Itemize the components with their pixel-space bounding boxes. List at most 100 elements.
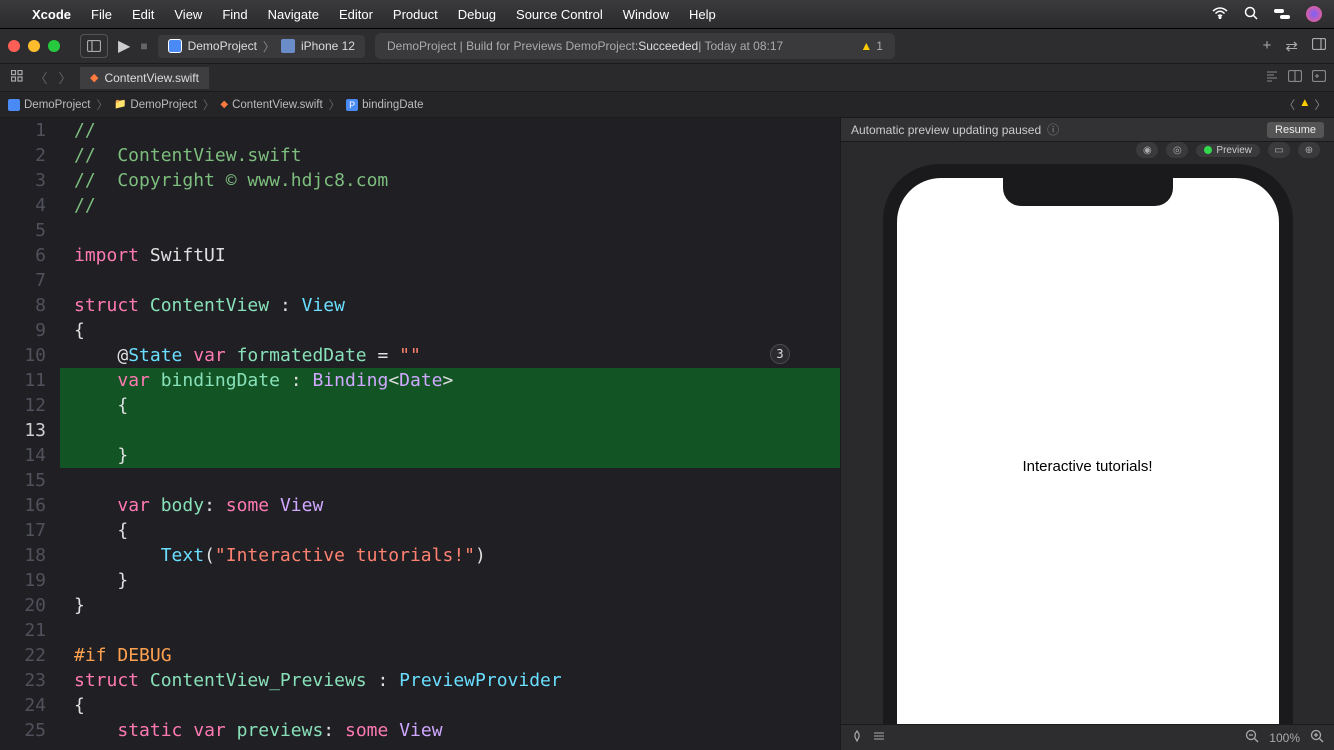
zoom-level[interactable]: 100% — [1269, 731, 1300, 745]
code-content[interactable]: } — [60, 593, 85, 618]
code-content[interactable] — [60, 218, 74, 243]
menu-edit[interactable]: Edit — [132, 7, 154, 22]
chevron-right-icon[interactable]: 〉 — [1315, 97, 1327, 113]
add-editor-button[interactable] — [1312, 70, 1326, 85]
code-line[interactable]: 11 var bindingDate : Binding<Date> — [0, 368, 840, 393]
code-line[interactable]: 20} — [0, 593, 840, 618]
search-icon[interactable] — [1244, 6, 1258, 23]
control-center-icon[interactable] — [1274, 6, 1290, 22]
code-line[interactable]: 10 @State var formatedDate = ""3 — [0, 343, 840, 368]
run-button[interactable]: ▶ — [118, 36, 130, 56]
code-line[interactable]: 12 { — [0, 393, 840, 418]
back-button[interactable]: 〈 — [32, 68, 50, 87]
minimap-button[interactable] — [1266, 70, 1278, 85]
code-content[interactable]: // — [60, 118, 96, 143]
code-content[interactable]: // — [60, 193, 96, 218]
code-content[interactable]: var bindingDate : Binding<Date> — [60, 368, 453, 393]
breadcrumb-group[interactable]: 📁 DemoProject — [114, 99, 197, 111]
code-line[interactable]: 25 static var previews: some View — [0, 718, 840, 743]
adjust-editor-button[interactable] — [1288, 70, 1302, 85]
code-line[interactable]: 3// Copyright © www.hdjc8.com — [0, 168, 840, 193]
related-items-button[interactable] — [8, 70, 26, 85]
menu-view[interactable]: View — [174, 7, 202, 22]
code-line[interactable]: 6import SwiftUI — [0, 243, 840, 268]
code-line[interactable]: 8struct ContentView : View — [0, 293, 840, 318]
live-preview-button[interactable]: ◉ — [1136, 142, 1158, 158]
siri-icon[interactable] — [1306, 6, 1322, 22]
code-content[interactable] — [60, 468, 74, 493]
code-content[interactable]: { — [60, 518, 128, 543]
wifi-icon[interactable] — [1212, 6, 1228, 22]
code-content[interactable]: struct ContentView : View — [60, 293, 345, 318]
code-content[interactable]: static var previews: some View — [60, 718, 443, 743]
preview-name-pill[interactable]: Preview — [1196, 144, 1260, 157]
add-button[interactable]: + — [1263, 37, 1272, 55]
code-content[interactable]: // ContentView.swift — [60, 143, 302, 168]
code-review-button[interactable]: ⇄ — [1285, 37, 1298, 55]
resume-button[interactable]: Resume — [1267, 122, 1324, 138]
app-name[interactable]: Xcode — [32, 7, 71, 22]
code-line[interactable]: 23struct ContentView_Previews : PreviewP… — [0, 668, 840, 693]
code-line[interactable]: 21 — [0, 618, 840, 643]
breadcrumb-symbol[interactable]: P bindingDate — [346, 99, 423, 111]
zoom-window-button[interactable] — [48, 40, 60, 52]
code-content[interactable]: { — [60, 318, 85, 343]
code-line[interactable]: 22#if DEBUG — [0, 643, 840, 668]
code-content[interactable]: { — [60, 693, 85, 718]
code-content[interactable]: Text("Interactive tutorials!") — [60, 543, 486, 568]
code-line[interactable]: 9{ — [0, 318, 840, 343]
preview-canvas[interactable]: Interactive tutorials! — [841, 158, 1334, 724]
chevron-left-icon[interactable]: 〈 — [1284, 97, 1296, 113]
stop-button[interactable]: ■ — [140, 39, 147, 53]
menu-source-control[interactable]: Source Control — [516, 7, 603, 22]
code-content[interactable]: @State var formatedDate = "" — [60, 343, 421, 368]
duplicate-preview-button[interactable]: ⊕ — [1298, 142, 1320, 158]
code-line[interactable]: 4// — [0, 193, 840, 218]
code-line[interactable]: 5 — [0, 218, 840, 243]
code-line[interactable]: 7 — [0, 268, 840, 293]
close-window-button[interactable] — [8, 40, 20, 52]
code-line[interactable]: 16 var body: some View — [0, 493, 840, 518]
warning-icon[interactable]: ▲ — [1299, 97, 1310, 113]
code-content[interactable]: struct ContentView_Previews : PreviewPro… — [60, 668, 562, 693]
preview-inspect-button[interactable]: ◎ — [1166, 142, 1188, 158]
menu-editor[interactable]: Editor — [339, 7, 373, 22]
code-content[interactable] — [60, 618, 74, 643]
code-content[interactable]: } — [60, 443, 128, 468]
scheme-selector[interactable]: DemoProject 〉 iPhone 12 — [158, 35, 365, 58]
tab-contentview[interactable]: ◆ ContentView.swift — [80, 67, 209, 89]
menu-navigate[interactable]: Navigate — [268, 7, 319, 22]
code-content[interactable]: // Copyright © www.hdjc8.com — [60, 168, 388, 193]
code-line[interactable]: 24{ — [0, 693, 840, 718]
code-line[interactable]: 18 Text("Interactive tutorials!") — [0, 543, 840, 568]
code-content[interactable]: var body: some View — [60, 493, 323, 518]
code-line[interactable]: 15 — [0, 468, 840, 493]
zoom-in-button[interactable] — [1310, 729, 1324, 746]
menu-help[interactable]: Help — [689, 7, 716, 22]
toggle-navigator-button[interactable] — [80, 34, 108, 58]
code-editor[interactable]: 1//2// ContentView.swift3// Copyright © … — [0, 118, 840, 750]
code-content[interactable]: } — [60, 568, 128, 593]
code-line[interactable]: 1// — [0, 118, 840, 143]
menu-debug[interactable]: Debug — [458, 7, 496, 22]
toggle-inspectors-button[interactable] — [1312, 37, 1326, 55]
code-line[interactable]: 14 } — [0, 443, 840, 468]
menu-product[interactable]: Product — [393, 7, 438, 22]
menu-window[interactable]: Window — [623, 7, 669, 22]
code-line[interactable]: 17 { — [0, 518, 840, 543]
fold-badge[interactable]: 3 — [770, 344, 790, 364]
minimize-window-button[interactable] — [28, 40, 40, 52]
warning-badge[interactable]: ▲ 1 — [860, 39, 883, 53]
breadcrumb-project[interactable]: DemoProject — [8, 99, 90, 111]
activity-viewer[interactable]: DemoProject | Build for Previews DemoPro… — [375, 33, 895, 59]
code-line[interactable]: 2// ContentView.swift — [0, 143, 840, 168]
code-content[interactable]: #if DEBUG — [60, 643, 172, 668]
breadcrumb-file[interactable]: ◆ ContentView.swift — [220, 99, 322, 111]
menu-file[interactable]: File — [91, 7, 112, 22]
info-icon[interactable]: ⓘ — [1047, 121, 1059, 138]
menu-find[interactable]: Find — [222, 7, 247, 22]
code-content[interactable] — [60, 268, 74, 293]
code-content[interactable]: { — [60, 393, 128, 418]
code-content[interactable]: import SwiftUI — [60, 243, 226, 268]
pin-preview-button[interactable] — [851, 730, 863, 745]
